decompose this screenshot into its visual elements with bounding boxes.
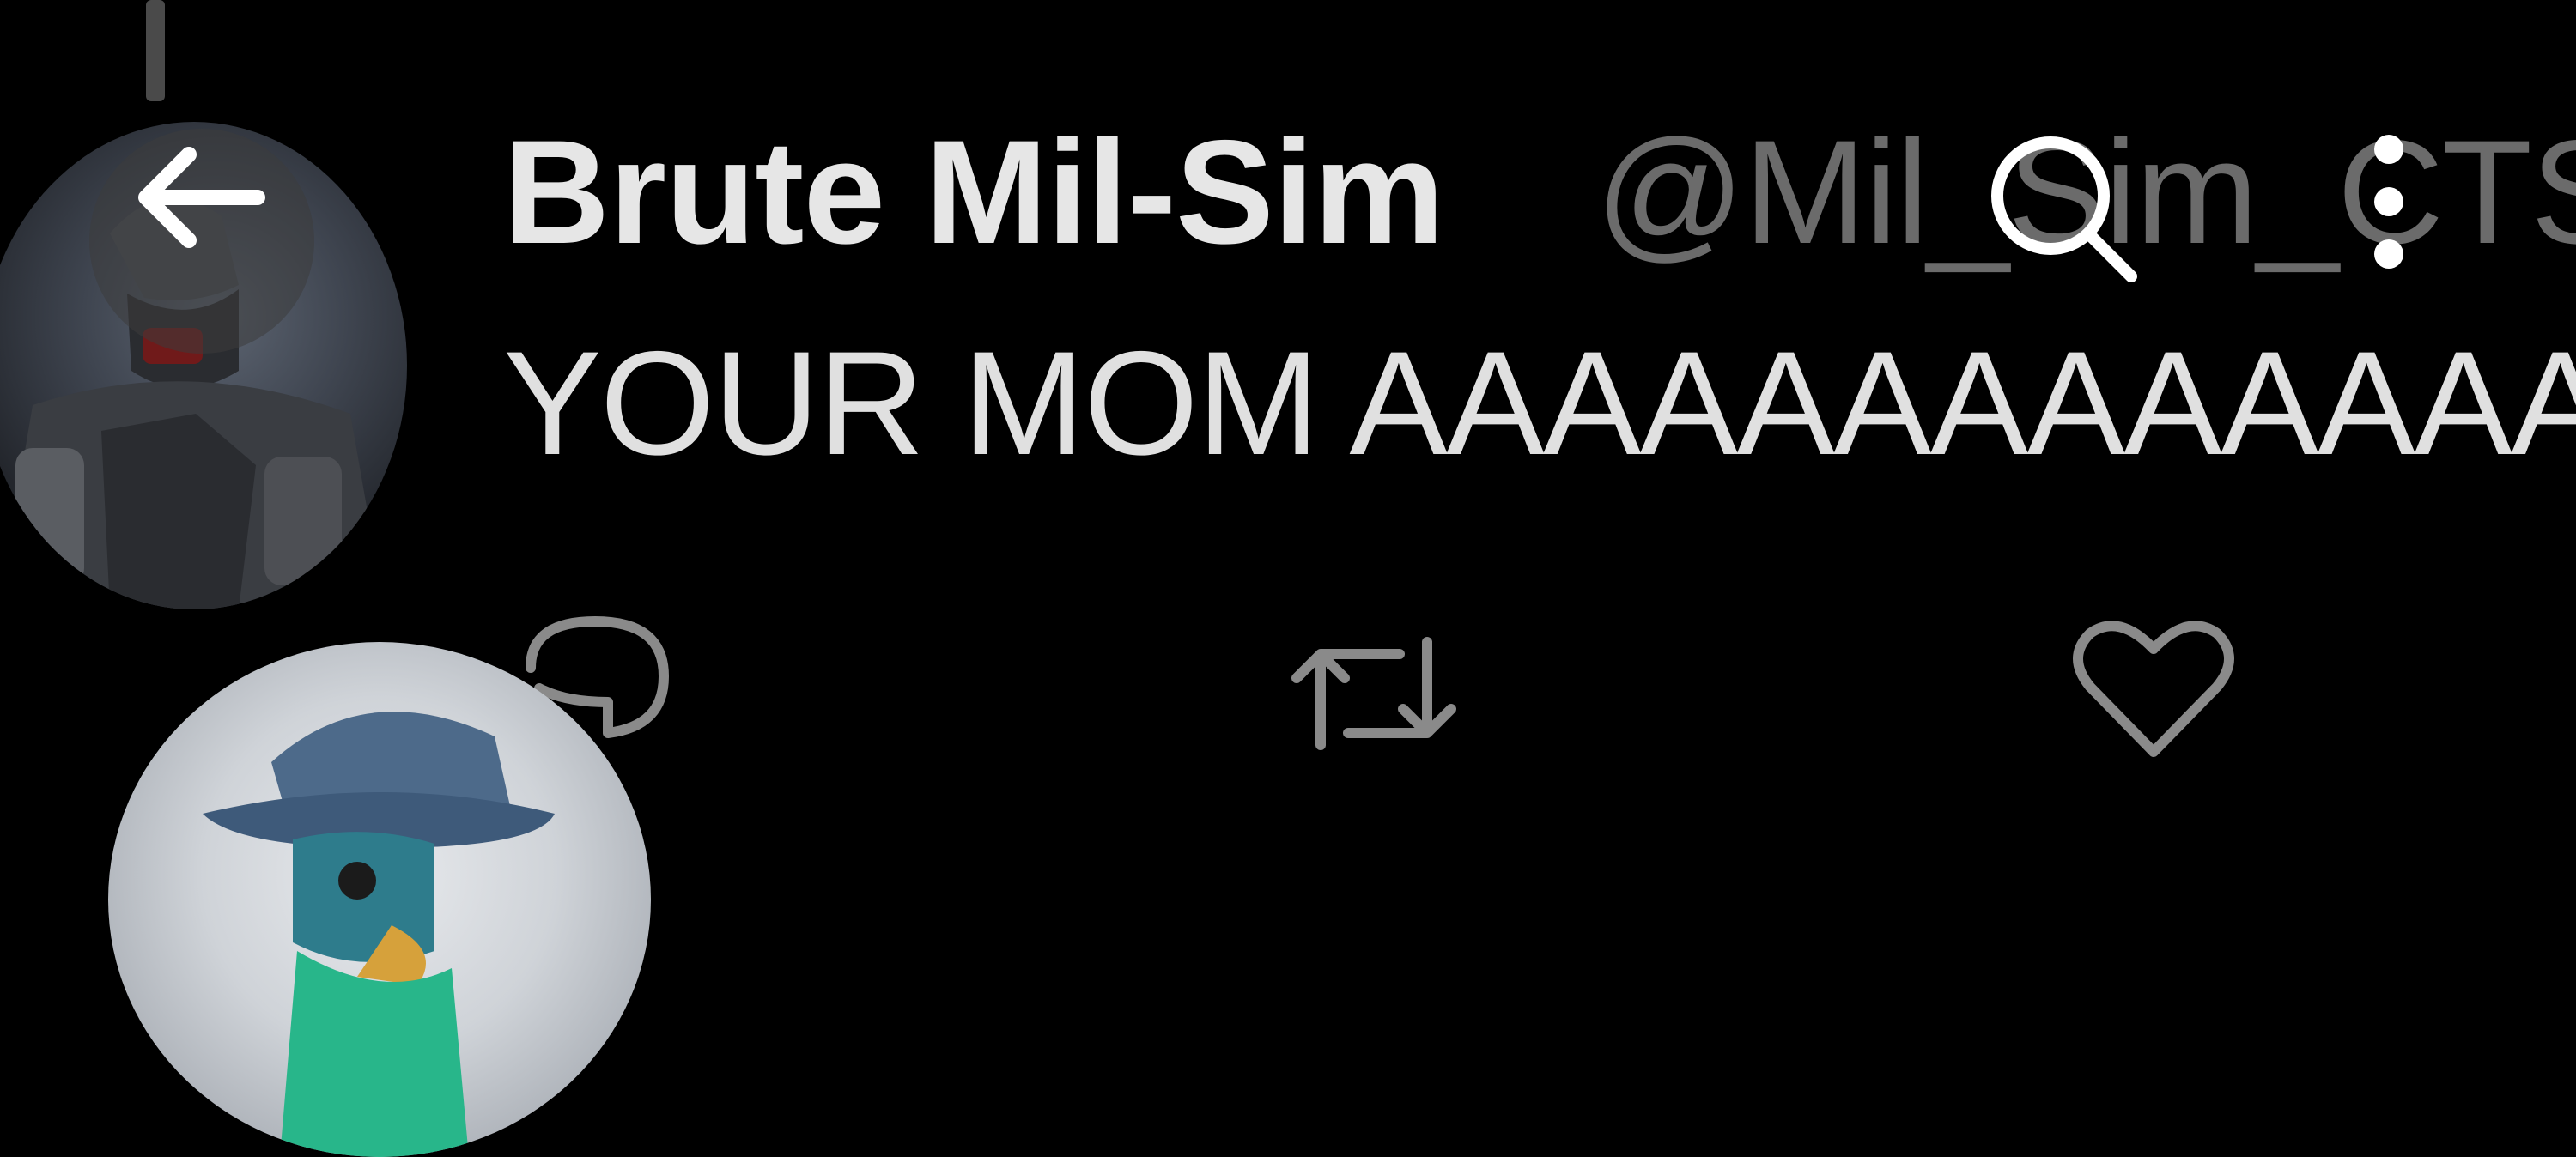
reply-avatar[interactable] (108, 642, 651, 1157)
thread-line (146, 0, 165, 101)
arrow-left-icon[interactable] (129, 137, 275, 257)
author-name[interactable]: Brute Mil-Sim (503, 118, 1445, 266)
heart-icon[interactable] (2068, 616, 2239, 762)
retweet-icon[interactable] (1279, 616, 1468, 771)
more-vertical-icon[interactable] (2363, 129, 2415, 275)
parrot-fedora-avatar-image (203, 712, 555, 1157)
search-icon[interactable] (1975, 120, 2147, 292)
tweet-text: YOUR MOM AAAAAAAAAAAAA (503, 321, 2576, 486)
